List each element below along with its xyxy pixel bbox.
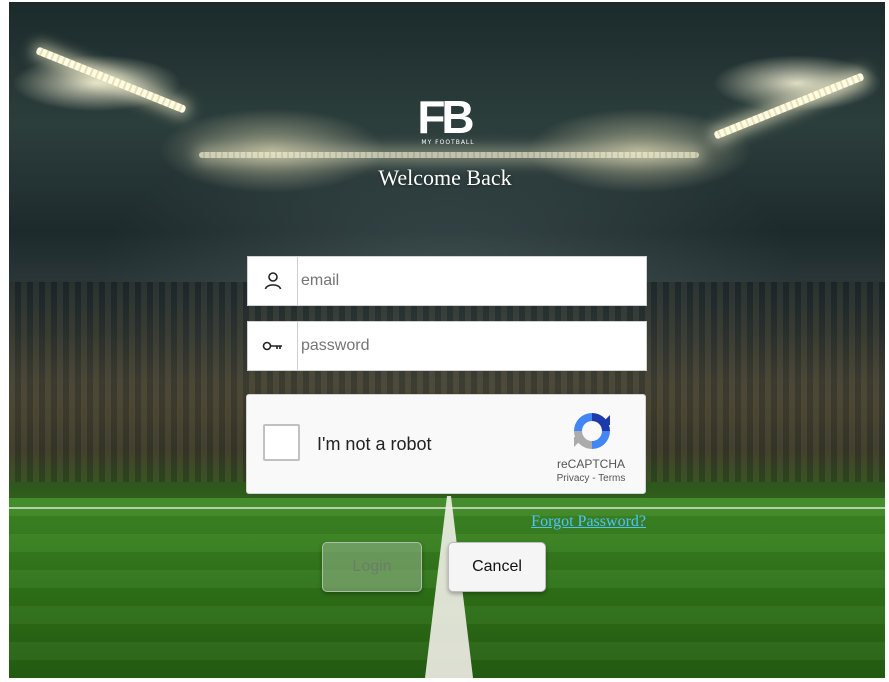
recaptcha-links[interactable]: Privacy - Terms (541, 473, 641, 484)
floodlight-left (35, 46, 187, 114)
recaptcha-brand: reCAPTCHA (556, 457, 625, 471)
cancel-button[interactable]: Cancel (448, 542, 546, 592)
floodlight-center (199, 152, 699, 158)
email-field-row (247, 256, 647, 306)
recaptcha-widget: I'm not a robot reCAPTCHA Privacy - Term… (246, 394, 646, 494)
logo-letters: FB (417, 91, 474, 143)
recaptcha-logo-icon (570, 409, 614, 453)
recaptcha-label: I'm not a robot (317, 434, 432, 454)
password-field-row (247, 321, 647, 371)
brand-logo: FB MY FOOTBALL (406, 93, 482, 149)
recaptcha-checkbox[interactable] (263, 424, 300, 461)
key-icon (248, 322, 298, 370)
login-button[interactable]: Login (322, 542, 422, 592)
floodlight-right (713, 72, 865, 140)
welcome-heading: Welcome Back (378, 165, 512, 190)
forgot-password-link[interactable]: Forgot Password? (500, 513, 646, 531)
user-icon (248, 257, 298, 305)
email-input[interactable] (298, 257, 646, 305)
password-input[interactable] (298, 322, 646, 370)
logo-subtitle: MY FOOTBALL (421, 139, 475, 146)
